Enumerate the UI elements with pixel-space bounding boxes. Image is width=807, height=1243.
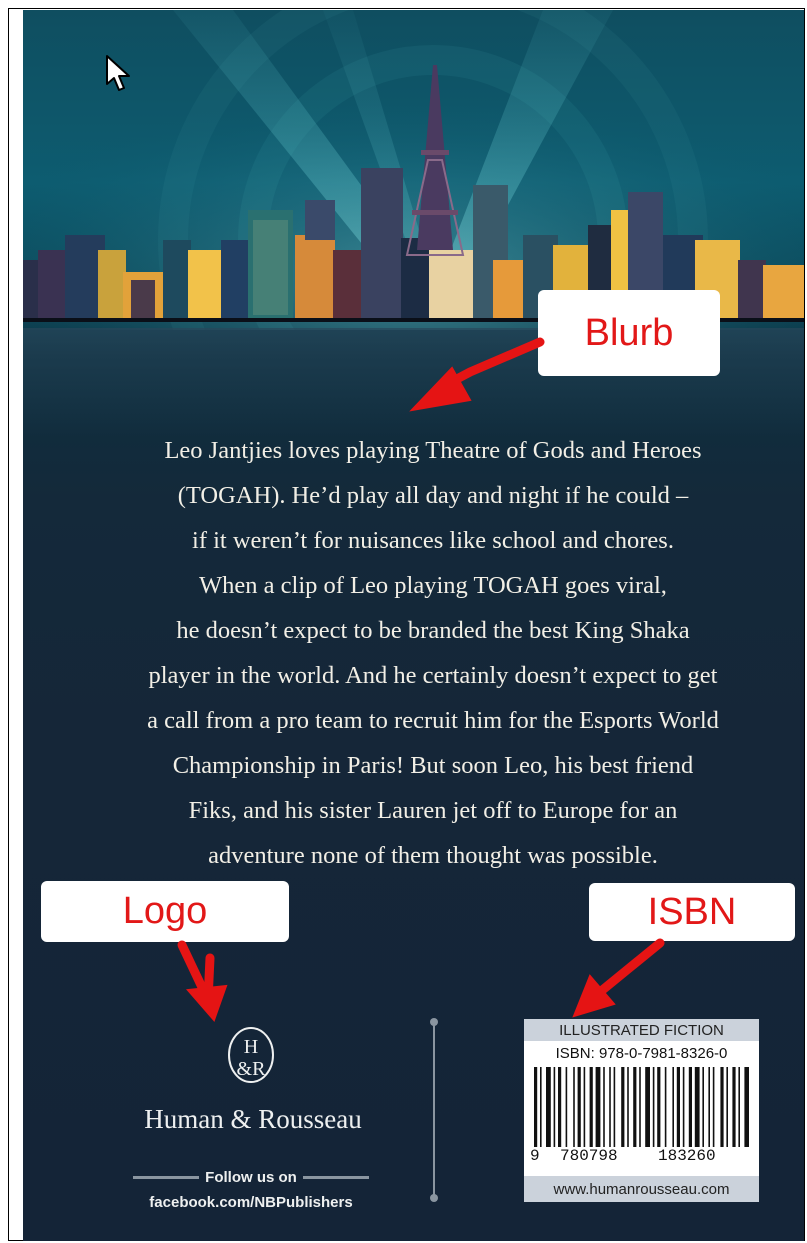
follow-us-label: Follow us on <box>127 1166 375 1188</box>
isbn-barcode-box: ILLUSTRATED FICTION ISBN: 978-0-7981-832… <box>524 1019 759 1202</box>
blurb-line: Championship in Paris! But soon Leo, his… <box>172 752 694 779</box>
divider-line <box>133 1175 200 1179</box>
city-skyline-illustration <box>23 10 804 330</box>
svg-text:&R: &R <box>237 1058 267 1080</box>
barcode-digits: 9 780798 183260 <box>530 1147 754 1169</box>
publisher-name: Human & Rousseau <box>144 1104 362 1134</box>
publisher-logo-icon: H &R <box>228 1027 274 1083</box>
facebook-link: facebook.com/NBPublishers <box>149 1194 353 1211</box>
barcode-digit-group: 9 <box>530 1147 540 1165</box>
book-category: ILLUSTRATED FICTION <box>524 1019 759 1041</box>
isbn-callout-label: ISBN <box>589 883 795 941</box>
divider-dot <box>430 1018 438 1026</box>
mouse-cursor-icon <box>106 55 130 91</box>
blurb-line: a call from a pro team to recruit him fo… <box>147 707 719 734</box>
blurb-line: adventure none of them thought was possi… <box>208 842 658 869</box>
blurb-line: he doesn’t expect to be branded the best… <box>176 617 690 644</box>
logo-callout-label: Logo <box>41 881 289 942</box>
blurb-line: player in the world. And he certainly do… <box>148 662 718 689</box>
blurb-line: Leo Jantjies loves playing Theatre of Go… <box>164 437 702 464</box>
blurb-line: if it weren’t for nuisances like school … <box>192 527 674 554</box>
blurb-line: When a clip of Leo playing TOGAH goes vi… <box>199 572 667 599</box>
isbn-number: ISBN: 978-0-7981-8326-0 <box>555 1044 728 1062</box>
barcode-digit-group: 780798 <box>560 1147 618 1165</box>
follow-us-text: Follow us on <box>205 1168 297 1186</box>
blurb-callout-label: Blurb <box>538 290 720 376</box>
blurb-line: Fiks, and his sister Lauren jet off to E… <box>188 797 678 824</box>
vertical-divider <box>433 1022 435 1198</box>
publisher-website: www.humanrousseau.com <box>524 1176 759 1202</box>
divider-dot <box>430 1194 438 1202</box>
barcode-icon <box>534 1067 749 1147</box>
blurb-line: (TOGAH). He’d play all day and night if … <box>177 482 689 509</box>
svg-text:H: H <box>244 1036 258 1058</box>
barcode-digit-group: 183260 <box>658 1147 716 1165</box>
divider-line <box>302 1175 369 1179</box>
blurb-text: Leo Jantjies loves playing Theatre of Go… <box>63 428 803 878</box>
